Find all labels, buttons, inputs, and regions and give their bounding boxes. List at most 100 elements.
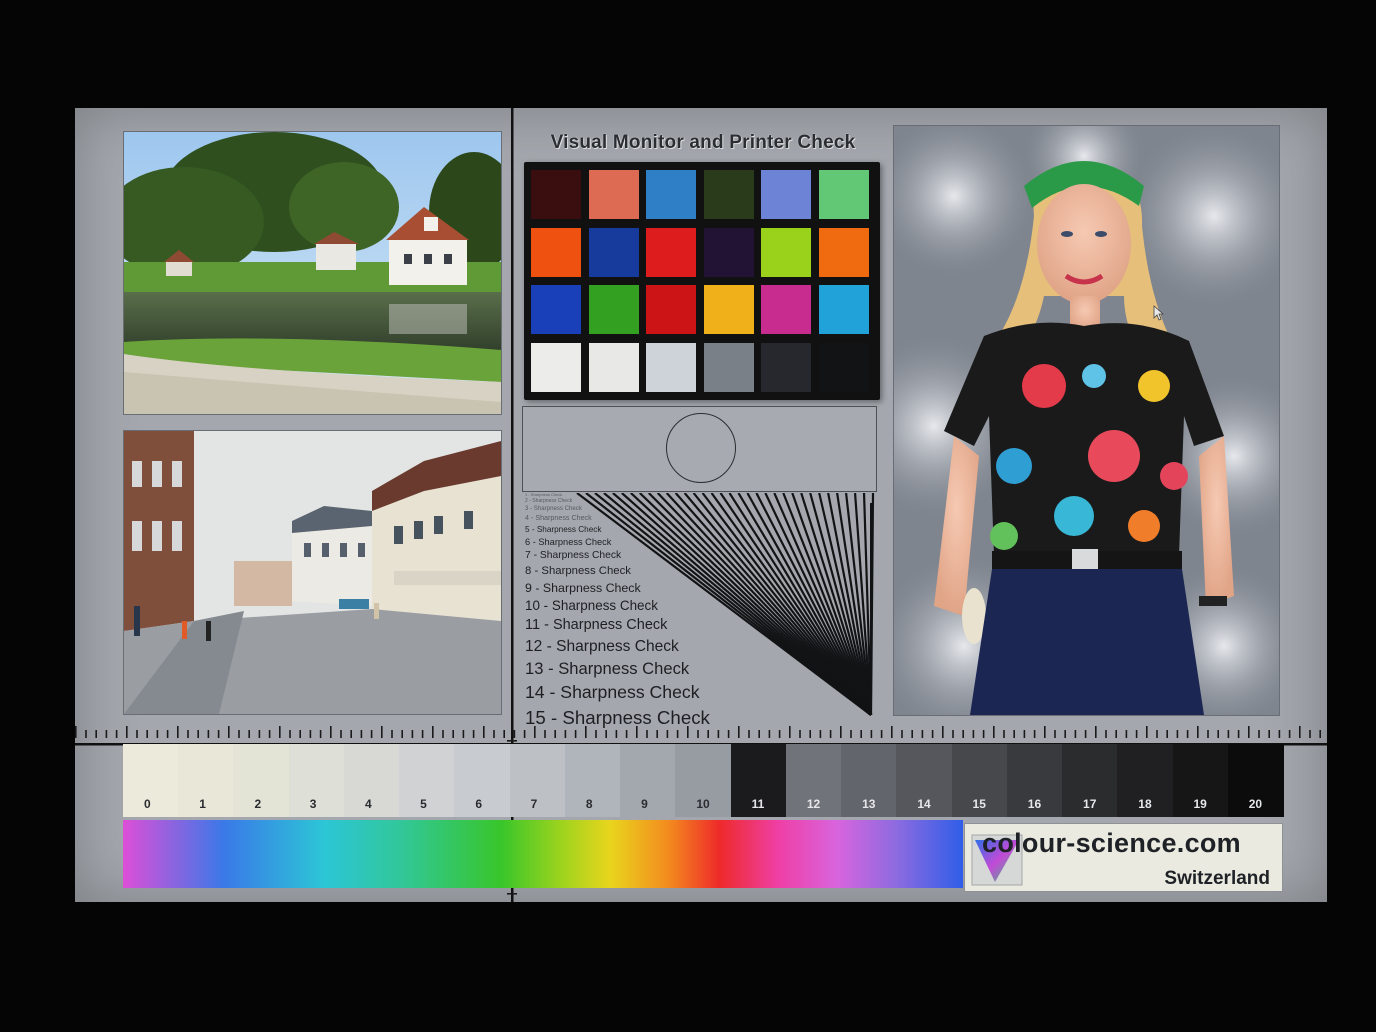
ruler-tick bbox=[799, 730, 801, 738]
country-house-image bbox=[124, 132, 501, 414]
ruler-tick bbox=[860, 730, 862, 738]
grayscale-step-label: 11 bbox=[751, 797, 765, 811]
ruler-tick bbox=[248, 730, 250, 738]
grayscale-step bbox=[399, 744, 456, 817]
ruler-tick bbox=[483, 726, 485, 738]
ruler-tick bbox=[319, 730, 322, 738]
ruler-tick bbox=[727, 730, 730, 738]
ruler-tick bbox=[748, 730, 750, 738]
ruler-tick bbox=[391, 730, 393, 738]
ruler-tick bbox=[1115, 730, 1117, 738]
ruler-tick bbox=[1278, 730, 1281, 738]
color-patch bbox=[761, 342, 811, 392]
ruler-tick bbox=[585, 726, 587, 738]
ruler-tick bbox=[340, 730, 342, 738]
resolution-wedge bbox=[576, 493, 875, 716]
ruler-tick bbox=[850, 730, 852, 738]
grayscale-step-label: 1 bbox=[199, 797, 206, 811]
color-patch bbox=[531, 342, 581, 392]
grayscale-step-label: 9 bbox=[641, 797, 648, 811]
test-chart: Visual Monitor and Printer Check 1 - Sha… bbox=[75, 108, 1327, 902]
ruler-tick bbox=[1084, 730, 1087, 738]
color-patch bbox=[588, 342, 639, 392]
ruler-tick bbox=[238, 730, 240, 738]
ruler-tick bbox=[1288, 730, 1291, 738]
gray-reference-box bbox=[522, 406, 877, 492]
logo-panel: colour-science.com Switzerland bbox=[964, 823, 1283, 892]
divider-tick bbox=[507, 740, 517, 742]
grayscale-step-label: 12 bbox=[806, 797, 821, 811]
ruler-tick bbox=[1176, 730, 1179, 738]
ruler-tick bbox=[829, 730, 832, 738]
grayscale-step-label: 6 bbox=[475, 797, 483, 811]
street-image bbox=[124, 431, 501, 714]
ruler-tick bbox=[472, 730, 475, 738]
grayscale-step-label: 16 bbox=[1027, 797, 1042, 811]
ruler-tick bbox=[411, 730, 414, 738]
ruler-top bbox=[75, 726, 1321, 738]
grayscale-step bbox=[620, 744, 677, 817]
ruler-tick bbox=[1237, 730, 1240, 738]
ruler-tick bbox=[625, 730, 628, 738]
ruler-tick bbox=[1217, 730, 1219, 738]
grayscale-step bbox=[123, 744, 180, 817]
ruler-tick bbox=[646, 730, 648, 738]
ruler-tick bbox=[279, 726, 281, 738]
color-patch bbox=[703, 342, 754, 392]
grayscale-step-label: 8 bbox=[585, 797, 593, 811]
ruler-tick bbox=[1044, 726, 1046, 738]
ruler-tick bbox=[360, 730, 363, 738]
ruler-tick bbox=[1197, 726, 1199, 738]
grayscale-step-label: 4 bbox=[364, 797, 372, 811]
color-patch bbox=[531, 227, 581, 277]
ruler-tick bbox=[554, 730, 556, 738]
ruler-tick bbox=[972, 730, 975, 738]
ruler-tick bbox=[911, 730, 913, 738]
reference-circle bbox=[666, 413, 736, 483]
ruler-tick bbox=[717, 730, 720, 738]
grayscale-step-label: 0 bbox=[143, 797, 151, 811]
ruler-tick bbox=[309, 730, 312, 738]
ruler-tick bbox=[268, 730, 271, 738]
grayscale-wedge: 0 1 2 3 4 5 6 7 8 9 10 11 12 13 14 15 16 17 18 19 20 bbox=[123, 744, 1284, 817]
ruler-tick bbox=[1125, 730, 1128, 738]
ruler-tick bbox=[258, 730, 261, 738]
ruler-tick bbox=[1258, 730, 1260, 738]
ruler-tick bbox=[1207, 730, 1209, 738]
ruler-tick bbox=[95, 730, 97, 738]
ruler-tick bbox=[789, 726, 791, 738]
ruler-tick bbox=[1135, 730, 1138, 738]
ruler-tick bbox=[962, 730, 964, 738]
ruler-tick bbox=[1013, 730, 1015, 738]
wedge-line bbox=[710, 493, 872, 716]
ruler-tick bbox=[666, 730, 669, 738]
grayscale-step-label: 14 bbox=[917, 797, 931, 811]
ruler-tick bbox=[891, 726, 893, 738]
ruler-tick bbox=[156, 730, 159, 738]
grayscale-step-label: 13 bbox=[862, 797, 876, 811]
ruler-tick bbox=[421, 730, 424, 738]
ruler-tick bbox=[207, 730, 210, 738]
ruler-tick bbox=[493, 730, 495, 738]
color-patch bbox=[703, 170, 754, 219]
color-patch bbox=[646, 227, 696, 277]
ruler-tick bbox=[901, 730, 903, 738]
ruler-tick bbox=[870, 730, 873, 738]
ruler-tick bbox=[197, 730, 199, 738]
color-spectrum bbox=[123, 820, 963, 888]
ruler-tick bbox=[350, 730, 352, 738]
ruler-tick bbox=[1156, 730, 1158, 738]
ruler-tick bbox=[1319, 730, 1321, 738]
ruler-tick bbox=[840, 726, 842, 738]
divider-tick bbox=[507, 893, 517, 895]
grayscale-step-label: 20 bbox=[1248, 797, 1263, 811]
ruler-tick bbox=[187, 730, 189, 738]
color-patch bbox=[818, 342, 869, 392]
ruler-tick bbox=[330, 726, 332, 738]
logo-country: Switzerland bbox=[1164, 868, 1270, 889]
ruler-tick bbox=[605, 730, 607, 738]
ruler-tick bbox=[544, 730, 546, 738]
grayscale-step-label: 19 bbox=[1193, 797, 1207, 811]
color-patch bbox=[588, 170, 639, 219]
color-patch bbox=[646, 342, 696, 392]
